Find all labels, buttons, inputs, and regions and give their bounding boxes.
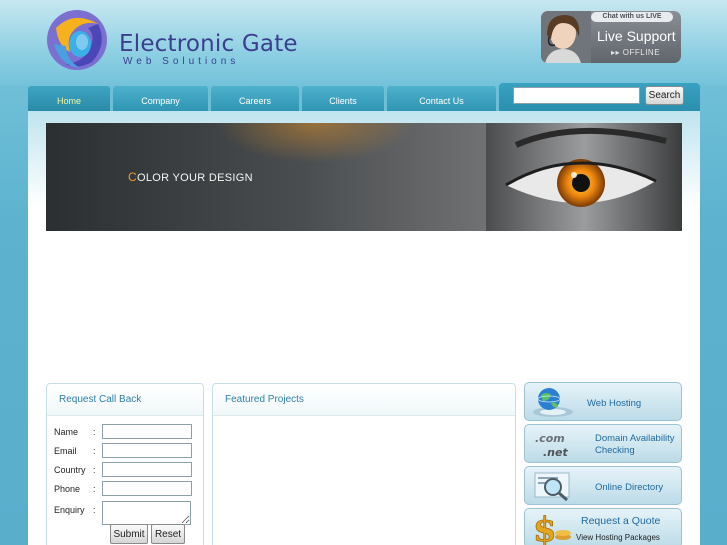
enquiry-field[interactable] [102,501,191,525]
country-colon: : [93,465,96,475]
enquiry-label: Enquiry [54,505,85,515]
request-quote-button[interactable]: $ Request a Quote View Hosting Packages [524,508,682,545]
callback-title: Request Call Back [59,394,142,405]
banner-rest: OLOR YOUR DESIGN [136,172,253,184]
domain-availability-label: Domain Availability [595,433,675,444]
magnifier-icon [534,472,570,502]
featured-header: Featured Projects [213,384,515,416]
svg-text:.net: .net [543,446,568,459]
phone-field[interactable] [102,481,192,496]
nav-tab-careers[interactable]: Careers [211,86,299,111]
nav-tab-home[interactable]: Home [28,86,110,111]
web-hosting-label: Web Hosting [587,398,642,409]
online-directory-label: Online Directory [595,482,664,493]
page: Electronic Gate Web Solutions Chat with … [0,0,727,545]
request-quote-label: Request a Quote [581,515,661,527]
name-field[interactable] [102,424,192,439]
featured-title: Featured Projects [225,394,304,405]
dollar-icon: $ [533,511,571,545]
web-hosting-button[interactable]: Web Hosting [524,382,682,421]
banner-first-letter: C [128,170,137,184]
svg-text:$: $ [533,511,557,545]
domain-availability-button[interactable]: .com .net Domain Availability Checking [524,424,682,463]
callback-header: Request Call Back [47,384,203,416]
logo-icon [47,10,107,70]
live-support-widget[interactable]: Chat with us LIVE Live Support ▸▸ OFFLIN… [541,11,681,63]
email-field[interactable] [102,443,192,458]
country-field[interactable] [102,462,192,477]
logo-subtitle: Web Solutions [123,56,240,67]
online-directory-button[interactable]: Online Directory [524,466,682,505]
banner-headline: COLOR YOUR DESIGN [128,170,253,184]
email-colon: : [93,446,96,456]
search-input[interactable] [513,87,640,104]
main-nav: Home Company Careers Clients Contact Us … [28,83,700,111]
domain-icon: .com .net [535,432,568,459]
eye-icon [486,123,682,231]
search-area: Search [499,83,700,111]
domain-checking-label: Checking [595,445,635,456]
name-colon: : [93,427,96,437]
header: Electronic Gate Web Solutions Chat with … [0,0,727,86]
nav-tab-contact-us[interactable]: Contact Us [387,86,496,111]
live-support-title: Live Support [597,28,676,44]
reset-button[interactable]: Reset [151,524,185,544]
phone-label: Phone [54,484,81,494]
submit-button[interactable]: Submit [110,524,148,544]
view-hosting-packages-label: View Hosting Packages [576,533,660,542]
svg-text:.com: .com [535,432,565,445]
chat-live-tag: Chat with us LIVE [591,12,673,22]
country-label: Country [54,465,86,475]
support-agent-icon [541,11,591,63]
email-label: Email [54,446,77,456]
enquiry-colon: : [93,505,96,515]
main-content: COLOR YOUR DESIGN Request Call Back Name… [28,111,700,545]
globe-icon [533,388,573,417]
hero-banner: COLOR YOUR DESIGN [46,123,682,231]
nav-tab-clients[interactable]: Clients [302,86,384,111]
live-support-status: ▸▸ OFFLINE [611,48,661,57]
featured-projects-panel: Featured Projects [212,383,516,545]
logo-title: Electronic Gate [119,31,298,57]
request-callback-panel: Request Call Back Name : Email : Country… [46,383,204,545]
phone-colon: : [93,484,96,494]
name-label: Name [54,427,79,437]
nav-tab-company[interactable]: Company [113,86,208,111]
search-button[interactable]: Search [645,86,684,105]
banner-glow [216,123,416,163]
